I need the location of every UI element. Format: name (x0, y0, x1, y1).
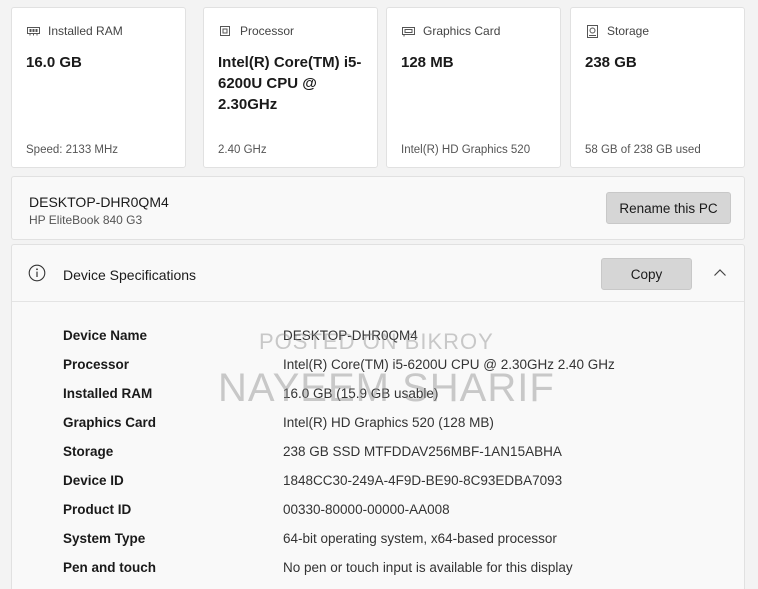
section-title: Device Specifications (63, 267, 197, 283)
spec-tiles: Installed RAM 16.0 GB Speed: 2133 MHz Pr… (11, 7, 745, 168)
spec-row-processor: Processor Intel(R) Core(TM) i5-6200U CPU… (12, 352, 744, 381)
spec-row-system-type: System Type 64-bit operating system, x64… (12, 526, 744, 555)
tile-processor: Processor Intel(R) Core(TM) i5-6200U CPU… (203, 7, 378, 168)
processor-icon (218, 24, 232, 38)
spec-value: 238 GB SSD MTFDDAV256MBF-1AN15ABHA (283, 444, 562, 459)
tile-title: Storage (607, 24, 650, 38)
tile-storage: Storage 238 GB 58 GB of 238 GB used (570, 7, 745, 168)
spec-list: Device Name DESKTOP-DHR0QM4 Processor In… (12, 323, 744, 584)
spec-label: Pen and touch (63, 560, 157, 575)
graphics-card-icon (401, 24, 415, 38)
about-page: Installed RAM 16.0 GB Speed: 2133 MHz Pr… (0, 0, 758, 589)
spec-row-installed-ram: Installed RAM 16.0 GB (15.9 GB usable) (12, 381, 744, 410)
device-specifications-header[interactable]: Device Specifications Copy (12, 245, 744, 302)
tile-graphics-card: Graphics Card 128 MB Intel(R) HD Graphic… (386, 7, 561, 168)
spec-value: Intel(R) HD Graphics 520 (128 MB) (283, 415, 494, 430)
tile-value: 238 GB (585, 54, 637, 71)
spec-value: 1848CC30-249A-4F9D-BE90-8C93EDBA7093 (283, 473, 563, 488)
spec-row-product-id: Product ID 00330-80000-00000-AA008 (12, 497, 744, 526)
tile-title: Installed RAM (48, 24, 123, 38)
spec-row-device-name: Device Name DESKTOP-DHR0QM4 (12, 323, 744, 352)
tile-installed-ram: Installed RAM 16.0 GB Speed: 2133 MHz (11, 7, 186, 168)
spec-row-device-id: Device ID 1848CC30-249A-4F9D-BE90-8C93ED… (12, 468, 744, 497)
tile-title: Graphics Card (423, 24, 501, 38)
spec-value: 64-bit operating system, x64-based proce… (283, 531, 557, 546)
spec-label: Graphics Card (63, 415, 157, 430)
spec-label: Device Name (63, 328, 148, 343)
tile-value: 128 MB (401, 54, 454, 71)
spec-value: DESKTOP-DHR0QM4 (283, 328, 418, 343)
pc-model: HP EliteBook 840 G3 (29, 213, 143, 227)
tile-subtext: 58 GB of 238 GB used (585, 144, 701, 156)
spec-row-graphics-card: Graphics Card Intel(R) HD Graphics 520 (… (12, 410, 744, 439)
spec-label: Product ID (63, 502, 132, 517)
info-icon (28, 264, 46, 282)
chevron-up-icon[interactable] (712, 265, 728, 281)
pc-name-card: DESKTOP-DHR0QM4 HP EliteBook 840 G3 Rena… (11, 176, 745, 240)
spec-label: Device ID (63, 473, 124, 488)
spec-value: Intel(R) Core(TM) i5-6200U CPU @ 2.30GHz… (283, 357, 615, 372)
pc-name: DESKTOP-DHR0QM4 (29, 194, 169, 210)
device-specifications-card: Device Specifications Copy Device Name D… (11, 244, 745, 589)
rename-pc-button[interactable]: Rename this PC (606, 192, 731, 224)
tile-title: Processor (240, 24, 295, 38)
spec-row-pen-and-touch: Pen and touch No pen or touch input is a… (12, 555, 744, 584)
storage-icon (585, 24, 599, 38)
spec-label: Processor (63, 357, 130, 372)
spec-value: 16.0 GB (15.9 GB usable) (283, 386, 439, 401)
spec-label: Installed RAM (63, 386, 153, 401)
ram-icon (26, 24, 40, 38)
tile-subtext: 2.40 GHz (218, 144, 267, 156)
spec-label: System Type (63, 531, 146, 546)
tile-subtext: Intel(R) HD Graphics 520 (401, 144, 531, 156)
spec-row-storage: Storage 238 GB SSD MTFDDAV256MBF-1AN15AB… (12, 439, 744, 468)
tile-subtext: Speed: 2133 MHz (26, 144, 119, 156)
spec-value: 00330-80000-00000-AA008 (283, 502, 450, 517)
tile-value: Intel(R) Core(TM) i5-6200U CPU @ 2.30GHz (218, 54, 362, 113)
copy-button[interactable]: Copy (601, 258, 692, 290)
spec-label: Storage (63, 444, 114, 459)
tile-value: 16.0 GB (26, 54, 82, 71)
spec-value: No pen or touch input is available for t… (283, 560, 573, 575)
